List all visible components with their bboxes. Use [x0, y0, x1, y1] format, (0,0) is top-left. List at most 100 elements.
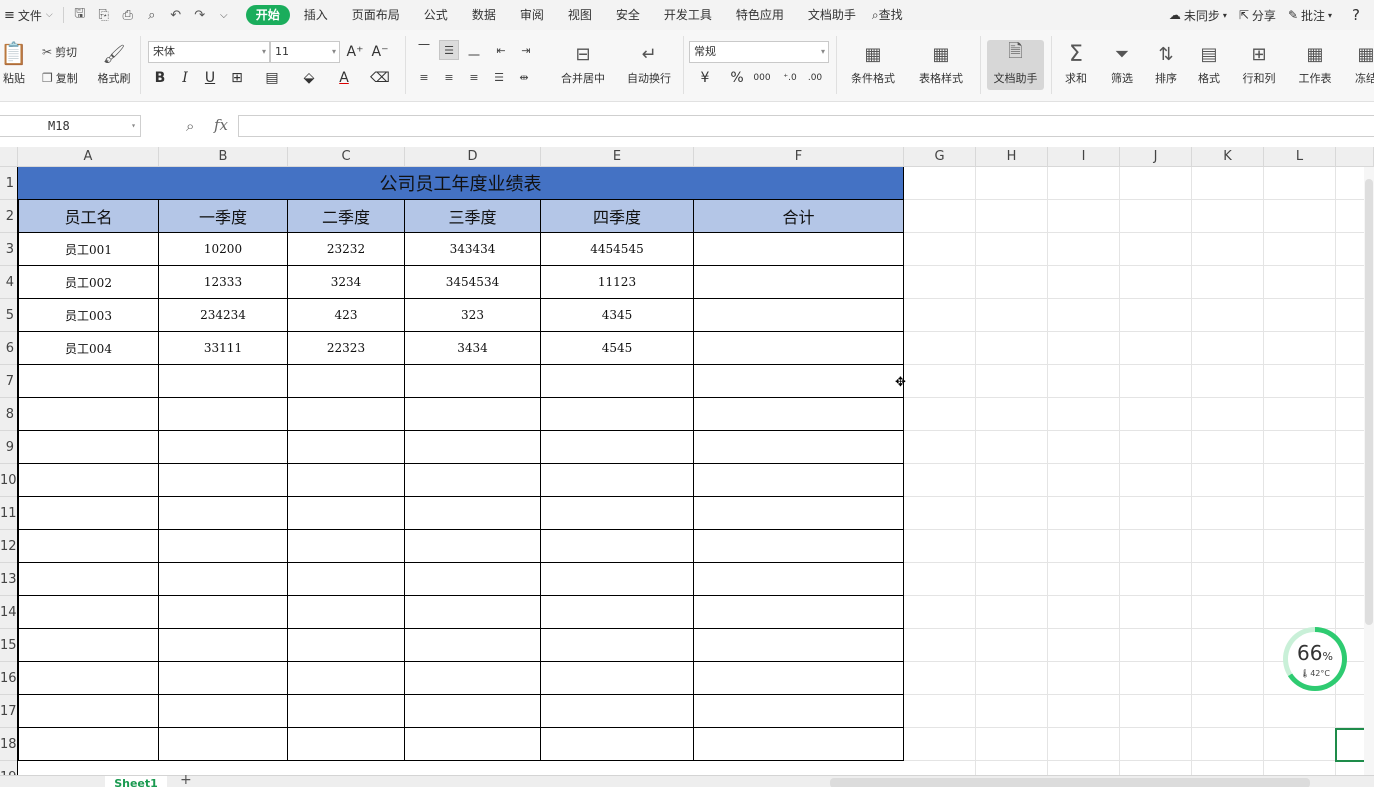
help-button[interactable]: ?	[1338, 6, 1374, 24]
column-header-h[interactable]: H	[976, 147, 1048, 167]
fill-color-icon[interactable]: ⬙	[298, 67, 320, 89]
row-header-11[interactable]: 11	[0, 497, 18, 530]
row-header-8[interactable]: 8	[0, 398, 18, 431]
add-sheet-button[interactable]: +	[180, 772, 192, 787]
empty-cell[interactable]	[288, 431, 405, 464]
tab-page-layout[interactable]: 页面布局	[340, 0, 412, 30]
column-header-i[interactable]: I	[1048, 147, 1120, 167]
performance-gauge[interactable]: 66% 🌡42°C	[1283, 627, 1347, 691]
empty-cell[interactable]	[541, 398, 694, 431]
fx-icon[interactable]: fx	[214, 116, 228, 134]
empty-cell[interactable]	[541, 497, 694, 530]
empty-cell[interactable]	[159, 629, 288, 662]
tab-review[interactable]: 审阅	[508, 0, 556, 30]
empty-cell[interactable]	[694, 530, 904, 563]
decrease-indent-icon[interactable]: ⇤	[491, 40, 511, 60]
empty-cell[interactable]	[405, 464, 541, 497]
align-middle-icon[interactable]: ☰	[439, 40, 459, 60]
align-left-icon[interactable]: ≡	[414, 67, 434, 87]
customize-quick-access-icon[interactable]: ⌵	[212, 3, 236, 27]
copy-button[interactable]: ❐ 复制	[42, 70, 78, 86]
table-header-cell[interactable]: 三季度	[405, 200, 541, 233]
column-header-l[interactable]: L	[1264, 147, 1336, 167]
column-header-c[interactable]: C	[288, 147, 405, 167]
empty-cell[interactable]	[405, 629, 541, 662]
empty-cell[interactable]	[405, 728, 541, 761]
empty-cell[interactable]	[288, 365, 405, 398]
bold-button[interactable]: B	[149, 67, 171, 89]
column-header-partial[interactable]	[1336, 147, 1374, 167]
sum-button[interactable]: Σ 求和	[1056, 40, 1096, 86]
empty-cell[interactable]	[694, 497, 904, 530]
empty-cell[interactable]	[541, 695, 694, 728]
share-button[interactable]: ⇱ 分享	[1233, 7, 1282, 24]
column-header-k[interactable]: K	[1192, 147, 1264, 167]
empty-cell[interactable]	[694, 431, 904, 464]
table-header-cell[interactable]: 合计	[694, 200, 904, 233]
row-header-9[interactable]: 9	[0, 431, 18, 464]
empty-cell[interactable]	[288, 398, 405, 431]
formula-input[interactable]	[238, 115, 1374, 137]
empty-cell[interactable]	[694, 695, 904, 728]
row-header-19[interactable]: 19	[0, 761, 18, 775]
row-header-18[interactable]: 18	[0, 728, 18, 761]
empty-cell[interactable]	[18, 728, 159, 761]
row-header-14[interactable]: 14	[0, 596, 18, 629]
spreadsheet-grid[interactable]: ABCDEFGHIJKL 1 2 3 4 5 6 7 8 9 10 11 12 13 14 15 16 17 18…	[0, 147, 1374, 775]
row-header-10[interactable]: 10	[0, 464, 18, 497]
empty-cell[interactable]	[541, 629, 694, 662]
empty-cell[interactable]	[18, 629, 159, 662]
empty-cell[interactable]	[159, 530, 288, 563]
table-cell[interactable]	[694, 266, 904, 299]
row-header-15[interactable]: 15	[0, 629, 18, 662]
row-header-12[interactable]: 12	[0, 530, 18, 563]
empty-cell[interactable]	[288, 596, 405, 629]
save-icon[interactable]: 🖫	[68, 3, 92, 27]
table-cell[interactable]: 员工003	[18, 299, 159, 332]
table-cell[interactable]: 4345	[541, 299, 694, 332]
cell-style-icon[interactable]: ▤	[261, 67, 283, 89]
font-color-icon[interactable]: A	[333, 67, 355, 89]
empty-cell[interactable]	[694, 464, 904, 497]
vertical-scroll-thumb[interactable]	[1365, 179, 1373, 625]
empty-cell[interactable]	[18, 398, 159, 431]
table-cell[interactable]: 3234	[288, 266, 405, 299]
table-cell[interactable]: 11123	[541, 266, 694, 299]
tab-doc-assistant[interactable]: 文档助手	[796, 0, 868, 30]
empty-cell[interactable]	[694, 365, 904, 398]
empty-cell[interactable]	[18, 695, 159, 728]
vertical-scrollbar[interactable]	[1364, 167, 1374, 775]
table-header-cell[interactable]: 四季度	[541, 200, 694, 233]
search-button[interactable]: ⌕查找	[868, 0, 915, 30]
empty-cell[interactable]	[159, 728, 288, 761]
empty-cell[interactable]	[288, 563, 405, 596]
paste-button[interactable]: 📋 粘贴	[0, 40, 34, 86]
empty-cell[interactable]	[541, 365, 694, 398]
underline-button[interactable]: U	[199, 67, 221, 89]
empty-cell[interactable]	[541, 464, 694, 497]
empty-cell[interactable]	[159, 563, 288, 596]
file-menu[interactable]: ≡ 文件 ⌵	[0, 7, 59, 24]
sort-button[interactable]: ⇅ 排序	[1146, 40, 1186, 86]
empty-cell[interactable]	[694, 596, 904, 629]
row-header-13[interactable]: 13	[0, 563, 18, 596]
empty-cell[interactable]	[159, 431, 288, 464]
clear-format-icon[interactable]: ⌫	[369, 67, 391, 89]
comment-button[interactable]: ✎ 批注 ▾	[1282, 7, 1338, 24]
rows-cols-button[interactable]: ⊞ 行和列	[1236, 40, 1282, 86]
row-header-17[interactable]: 17	[0, 695, 18, 728]
empty-cell[interactable]	[159, 365, 288, 398]
empty-cell[interactable]	[405, 398, 541, 431]
empty-cell[interactable]	[405, 497, 541, 530]
conditional-format-button[interactable]: ▦ 条件格式	[843, 40, 903, 86]
empty-cell[interactable]	[405, 596, 541, 629]
column-header-a[interactable]: A	[18, 147, 159, 167]
empty-cell[interactable]	[288, 530, 405, 563]
undo-icon[interactable]: ↶	[164, 3, 188, 27]
table-cell[interactable]: 员工004	[18, 332, 159, 365]
align-right-icon[interactable]: ≡	[464, 67, 484, 87]
table-header-cell[interactable]: 二季度	[288, 200, 405, 233]
empty-cell[interactable]	[18, 563, 159, 596]
column-header-j[interactable]: J	[1120, 147, 1192, 167]
empty-cell[interactable]	[694, 563, 904, 596]
